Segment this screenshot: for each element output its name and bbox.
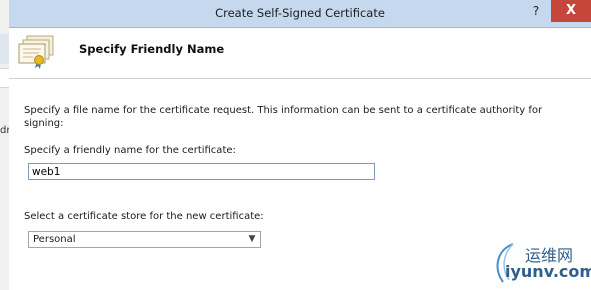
chevron-down-icon[interactable]: ▼ bbox=[246, 232, 258, 247]
wizard-header: Specify Friendly Name bbox=[9, 28, 591, 79]
background-window-field bbox=[0, 68, 9, 88]
watermark: 运维网 iyunv.com bbox=[487, 238, 591, 290]
certificate-icon bbox=[17, 34, 57, 70]
friendly-name-input[interactable] bbox=[28, 163, 375, 180]
friendly-name-label: Specify a friendly name for the certific… bbox=[24, 145, 236, 156]
window-title: Create Self-Signed Certificate bbox=[215, 6, 385, 20]
description-text: Specify a file name for the certificate … bbox=[24, 105, 543, 129]
close-button[interactable]: X bbox=[551, 0, 591, 22]
watermark-text-url: iyunv.com bbox=[505, 262, 591, 281]
title-bar[interactable]: Create Self-Signed Certificate ? X bbox=[9, 0, 591, 28]
help-button[interactable]: ? bbox=[522, 0, 550, 22]
certificate-store-label: Select a certificate store for the new c… bbox=[24, 211, 264, 222]
certificate-store-select[interactable]: Personal ▼ bbox=[28, 231, 261, 248]
create-certificate-dialog: Create Self-Signed Certificate ? X Speci… bbox=[9, 0, 591, 290]
certificate-store-selected: Personal bbox=[33, 234, 76, 245]
page-title: Specify Friendly Name bbox=[79, 42, 225, 56]
background-window-band bbox=[0, 34, 9, 64]
